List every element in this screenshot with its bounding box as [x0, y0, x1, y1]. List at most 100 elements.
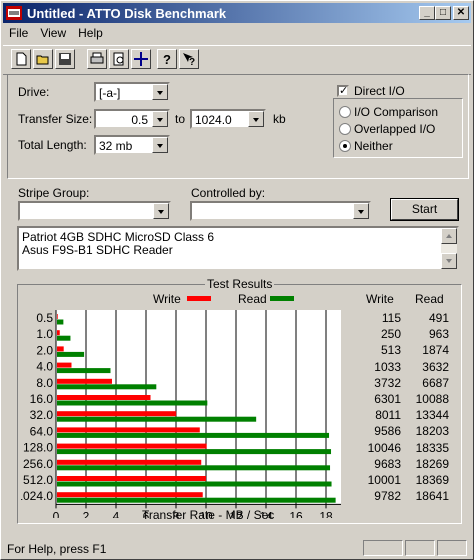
read-bar [57, 368, 111, 374]
menu-bar: File View Help [3, 25, 471, 43]
write-bar [57, 314, 58, 319]
write-bar [57, 492, 203, 498]
scroll-down-button[interactable] [441, 253, 457, 269]
read-bar [57, 432, 330, 438]
write-bar [57, 330, 60, 336]
x-tick-label: 16 [289, 509, 303, 518]
close-button[interactable]: ✕ [453, 6, 469, 20]
description-textarea[interactable]: Patriot 4GB SDHC MicroSD Class 6 Asus F9… [17, 226, 459, 271]
read-bar [57, 400, 208, 406]
read-bar [57, 465, 331, 471]
stripe-group-label: Stripe Group: [18, 186, 90, 200]
status-cell [363, 540, 403, 556]
transfer-to-select[interactable]: 1024.0 [190, 109, 266, 129]
window-title: Untitled - ATTO Disk Benchmark [27, 6, 227, 21]
write-value: 1033 [374, 359, 401, 374]
print-icon [90, 52, 104, 64]
description-line: Asus F9S-B1 SDHC Reader [22, 243, 173, 257]
read-bar [57, 319, 64, 325]
chevron-up-icon [446, 234, 452, 238]
transfer-from-select[interactable]: 0.5 [94, 109, 170, 129]
io-comparison-radio[interactable] [339, 106, 351, 118]
status-bar: For Help, press F1 [3, 538, 471, 558]
chevron-down-icon[interactable] [248, 111, 264, 127]
write-bar [57, 459, 202, 465]
write-value: 10001 [367, 473, 401, 487]
write-value: 250 [380, 327, 401, 342]
direct-io-checkbox[interactable]: ✓ [337, 85, 349, 97]
maximize-button[interactable]: □ [435, 6, 451, 20]
x-axis-label: Transfer Rate - MB / Sec [142, 508, 275, 522]
x-tick-label: 0 [53, 509, 60, 518]
write-bar [57, 443, 207, 449]
io-comparison-label: I/O Comparison [354, 105, 439, 119]
read-legend-swatch [270, 296, 294, 301]
context-help-icon: ? [183, 53, 195, 66]
read-value: 6687 [422, 375, 449, 390]
read-value: 18335 [415, 440, 449, 455]
status-cell [405, 540, 435, 556]
overlapped-io-radio[interactable] [339, 123, 351, 135]
write-value: 3732 [374, 375, 401, 390]
neither-label: Neither [354, 139, 393, 153]
read-value: 10088 [415, 392, 449, 406]
start-button[interactable]: Start [390, 198, 459, 221]
drive-label: Drive: [18, 85, 50, 99]
total-length-label: Total Length: [18, 138, 87, 152]
chevron-down-icon[interactable] [353, 203, 369, 219]
help-icon: ? [163, 52, 171, 66]
write-bar [57, 362, 72, 368]
y-tick-label: 16.0 [30, 392, 54, 406]
print-preview-button[interactable] [109, 49, 129, 69]
svg-text:?: ? [189, 57, 195, 66]
chevron-down-icon[interactable] [152, 111, 168, 127]
drive-select[interactable]: [-a-] [94, 82, 170, 102]
scroll-up-button[interactable] [441, 228, 457, 244]
read-value: 1874 [422, 343, 449, 358]
print-button[interactable] [87, 49, 107, 69]
print-preview-icon [113, 52, 124, 66]
read-bar [57, 384, 157, 390]
chevron-down-icon[interactable] [153, 203, 169, 219]
y-tick-label: 512.0 [23, 473, 53, 487]
read-value: 963 [428, 327, 449, 342]
write-value: 9683 [374, 456, 401, 471]
chevron-down-icon[interactable] [152, 137, 168, 153]
main-window: Untitled - ATTO Disk Benchmark _ □ ✕ Fil… [0, 0, 474, 560]
controlled-by-select[interactable] [190, 201, 371, 221]
context-help-button[interactable]: ? [179, 49, 199, 69]
to-label: to [175, 112, 186, 126]
read-value: 18269 [415, 456, 449, 471]
vertical-scrollbar[interactable] [441, 228, 457, 269]
y-tick-label: 128.0 [23, 441, 53, 455]
read-bar [57, 351, 85, 357]
move-icon [134, 52, 148, 66]
write-bar [57, 378, 112, 384]
read-legend-label: Read [238, 292, 267, 306]
move-button[interactable] [131, 49, 151, 69]
read-value: 3632 [422, 359, 449, 374]
total-length-select[interactable]: 32 mb [94, 135, 170, 155]
read-bar [57, 481, 332, 487]
read-bar [57, 497, 336, 503]
open-button[interactable] [33, 49, 53, 69]
write-legend-swatch [187, 296, 211, 301]
menu-view[interactable]: View [34, 25, 72, 41]
direct-io-label: Direct I/O [354, 84, 405, 98]
stripe-group-select[interactable] [18, 201, 171, 221]
new-button[interactable] [11, 49, 31, 69]
menu-file[interactable]: File [3, 25, 34, 41]
menu-help[interactable]: Help [72, 25, 109, 41]
transfer-size-label: Transfer Size: [18, 112, 93, 126]
save-button[interactable] [55, 49, 75, 69]
chevron-down-icon[interactable] [152, 84, 168, 100]
help-button[interactable]: ? [157, 49, 177, 69]
overlapped-io-label: Overlapped I/O [354, 122, 436, 136]
y-tick-label: 32.0 [30, 408, 54, 422]
y-tick-label: 8.0 [36, 376, 53, 390]
minimize-button[interactable]: _ [419, 6, 435, 20]
read-bar [57, 335, 71, 341]
x-tick-label: 4 [113, 509, 120, 518]
neither-radio[interactable] [339, 140, 351, 152]
title-bar[interactable]: Untitled - ATTO Disk Benchmark _ □ ✕ [3, 3, 471, 23]
